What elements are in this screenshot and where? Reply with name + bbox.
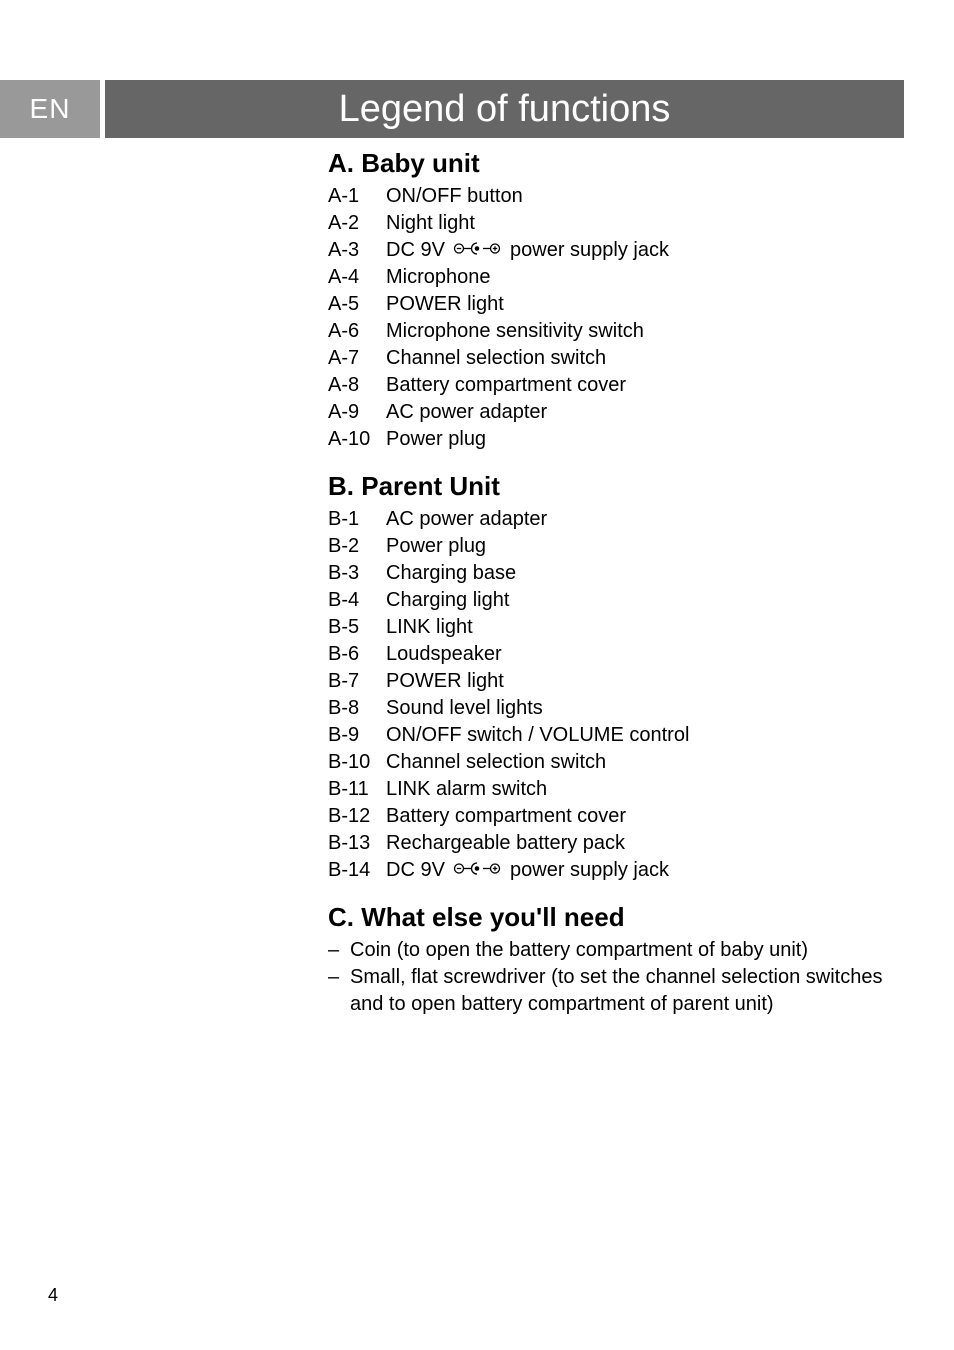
legend-item-desc: LINK light xyxy=(386,614,904,641)
legend-item-desc: Battery compartment cover xyxy=(386,372,904,399)
legend-item-id: B-8 xyxy=(328,695,386,722)
legend-item-id: A-10 xyxy=(328,426,386,453)
legend-item-desc: Power plug xyxy=(386,533,904,560)
legend-item-desc: Channel selection switch xyxy=(386,749,904,776)
legend-item-id: B-11 xyxy=(328,776,386,803)
legend-item-suffix: power supply jack xyxy=(504,239,669,261)
legend-item: A-10Power plug xyxy=(328,426,904,453)
legend-item-desc: Channel selection switch xyxy=(386,345,904,372)
legend-item: A-4Microphone xyxy=(328,264,904,291)
legend-item-desc: Charging light xyxy=(386,587,904,614)
legend-item-desc: LINK alarm switch xyxy=(386,776,904,803)
legend-item: B-7POWER light xyxy=(328,668,904,695)
dc-polarity-icon xyxy=(452,857,502,884)
legend-item: B-1AC power adapter xyxy=(328,506,904,533)
legend-item-desc: Battery compartment cover xyxy=(386,803,904,830)
legend-item-id: A-5 xyxy=(328,291,386,318)
legend-item-desc: AC power adapter xyxy=(386,506,904,533)
bullet-mark: – xyxy=(328,964,350,1018)
legend-item: B-8Sound level lights xyxy=(328,695,904,722)
legend-item-desc: Rechargeable battery pack xyxy=(386,830,904,857)
bullet-text: Coin (to open the battery compartment of… xyxy=(350,937,904,964)
legend-item-desc: DC 9V power supply jack xyxy=(386,237,904,264)
legend-item-desc: Microphone xyxy=(386,264,904,291)
legend-item: A-3DC 9V power supply jack xyxy=(328,237,904,264)
legend-item-desc: AC power adapter xyxy=(386,399,904,426)
legend-item-id: B-10 xyxy=(328,749,386,776)
legend-item: B-5LINK light xyxy=(328,614,904,641)
legend-item: A-9AC power adapter xyxy=(328,399,904,426)
legend-item: B-6Loudspeaker xyxy=(328,641,904,668)
legend-item: B-12Battery compartment cover xyxy=(328,803,904,830)
legend-item-desc: POWER light xyxy=(386,291,904,318)
legend-item-desc: Night light xyxy=(386,210,904,237)
legend-item: B-13Rechargeable battery pack xyxy=(328,830,904,857)
legend-item: A-5POWER light xyxy=(328,291,904,318)
legend-item: B-10Channel selection switch xyxy=(328,749,904,776)
legend-item: A-8Battery compartment cover xyxy=(328,372,904,399)
legend-item-id: A-1 xyxy=(328,183,386,210)
legend-item-id: A-9 xyxy=(328,399,386,426)
content-area: A. Baby unit A-1ON/OFF buttonA-2Night lig… xyxy=(328,142,904,1018)
legend-item-desc: ON/OFF button xyxy=(386,183,904,210)
dc-polarity-icon xyxy=(452,237,502,264)
legend-item-id: B-14 xyxy=(328,857,386,884)
legend-item-prefix: DC 9V xyxy=(386,859,450,881)
legend-item-suffix: power supply jack xyxy=(504,859,669,881)
page-number: 4 xyxy=(48,1285,58,1306)
legend-item-id: B-3 xyxy=(328,560,386,587)
legend-item-id: B-6 xyxy=(328,641,386,668)
legend-item-id: B-5 xyxy=(328,614,386,641)
section-heading: B. Parent Unit xyxy=(328,471,904,502)
legend-item-desc: Sound level lights xyxy=(386,695,904,722)
language-tab: EN xyxy=(0,80,100,138)
legend-item: B-3Charging base xyxy=(328,560,904,587)
legend-item-id: A-4 xyxy=(328,264,386,291)
legend-item: B-4Charging light xyxy=(328,587,904,614)
legend-item: B-11LINK alarm switch xyxy=(328,776,904,803)
legend-item-desc: DC 9V power supply jack xyxy=(386,857,904,884)
legend-item-desc: Loudspeaker xyxy=(386,641,904,668)
legend-item-id: B-9 xyxy=(328,722,386,749)
legend-item-desc: ON/OFF switch / VOLUME control xyxy=(386,722,904,749)
legend-item-prefix: DC 9V xyxy=(386,239,450,261)
legend-item-id: A-3 xyxy=(328,237,386,264)
legend-item-id: B-4 xyxy=(328,587,386,614)
legend-item: A-6Microphone sensitivity switch xyxy=(328,318,904,345)
legend-item-id: A-2 xyxy=(328,210,386,237)
bullet-item: –Coin (to open the battery compartment o… xyxy=(328,937,904,964)
section-heading: C. What else you'll need xyxy=(328,902,904,933)
legend-item-id: B-2 xyxy=(328,533,386,560)
legend-item: A-2Night light xyxy=(328,210,904,237)
bullet-item: –Small, flat screwdriver (to set the cha… xyxy=(328,964,904,1018)
legend-item: A-1ON/OFF button xyxy=(328,183,904,210)
legend-item-id: A-7 xyxy=(328,345,386,372)
legend-item-id: B-13 xyxy=(328,830,386,857)
legend-item-desc: Charging base xyxy=(386,560,904,587)
legend-item-desc: POWER light xyxy=(386,668,904,695)
legend-item: B-14DC 9V power supply jack xyxy=(328,857,904,884)
legend-item-id: A-8 xyxy=(328,372,386,399)
legend-item: A-7Channel selection switch xyxy=(328,345,904,372)
legend-item-desc: Power plug xyxy=(386,426,904,453)
bullet-text: Small, flat screwdriver (to set the chan… xyxy=(350,964,904,1018)
legend-item: B-2Power plug xyxy=(328,533,904,560)
legend-item-id: A-6 xyxy=(328,318,386,345)
section-heading: A. Baby unit xyxy=(328,148,904,179)
legend-item-id: B-12 xyxy=(328,803,386,830)
bullet-mark: – xyxy=(328,937,350,964)
legend-item-id: B-1 xyxy=(328,506,386,533)
legend-item-id: B-7 xyxy=(328,668,386,695)
legend-item: B-9ON/OFF switch / VOLUME control xyxy=(328,722,904,749)
legend-item-desc: Microphone sensitivity switch xyxy=(386,318,904,345)
page-title: Legend of functions xyxy=(105,80,904,138)
